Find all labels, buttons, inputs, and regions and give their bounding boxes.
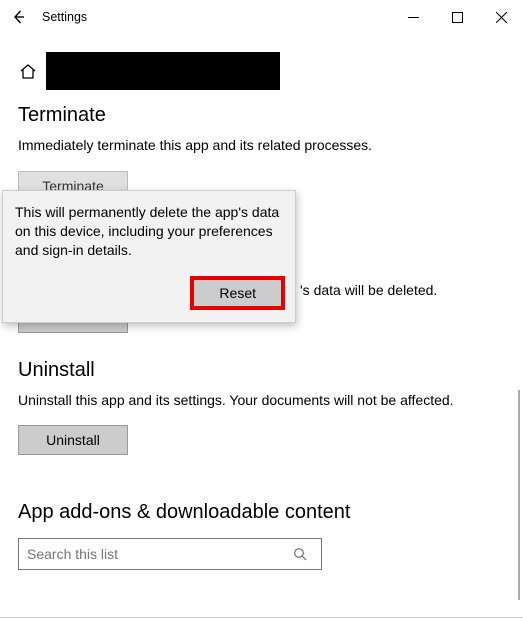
app-name-redacted (46, 52, 280, 90)
page-header (18, 52, 505, 90)
addons-search[interactable] (18, 538, 322, 570)
close-icon (496, 12, 507, 23)
flyout-text: This will permanently delete the app's d… (15, 203, 283, 260)
titlebar: Settings (0, 0, 523, 34)
uninstall-heading: Uninstall (18, 359, 505, 382)
minimize-button[interactable] (391, 0, 435, 34)
maximize-button[interactable] (435, 0, 479, 34)
uninstall-button[interactable]: Uninstall (18, 425, 128, 455)
home-icon[interactable] (18, 61, 38, 81)
close-button[interactable] (479, 0, 523, 34)
uninstall-desc: Uninstall this app and its settings. You… (18, 392, 505, 410)
reset-confirm-flyout: This will permanently delete the app's d… (2, 190, 296, 323)
scrollbar[interactable] (518, 390, 520, 600)
maximize-icon (452, 12, 463, 23)
window-controls (391, 0, 523, 34)
window-title: Settings (38, 10, 87, 24)
search-input[interactable] (19, 546, 293, 562)
flyout-reset-button[interactable]: Reset (192, 278, 283, 308)
minimize-icon (408, 12, 419, 23)
terminate-desc: Immediately terminate this app and its r… (18, 137, 505, 155)
search-icon[interactable] (293, 547, 321, 561)
back-arrow-icon (11, 9, 27, 25)
reset-desc-partial: 's data will be deleted. (300, 282, 437, 298)
terminate-heading: Terminate (18, 104, 505, 127)
back-button[interactable] (0, 0, 38, 34)
addons-heading: App add-ons & downloadable content (18, 501, 505, 524)
